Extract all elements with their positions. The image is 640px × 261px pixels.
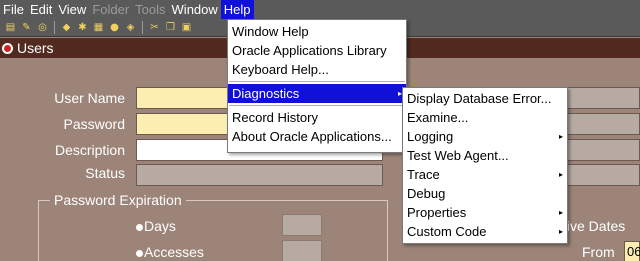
supplier-field — [566, 139, 640, 161]
new-icon[interactable]: ▤ — [4, 21, 17, 34]
copy-icon[interactable]: ❐ — [164, 21, 177, 34]
password-label: Password — [63, 116, 125, 132]
help-keyboard-help-label: Keyboard Help... — [232, 62, 329, 77]
help-record-history-label: Record History — [232, 110, 318, 125]
diag-examine-label: Examine... — [407, 110, 469, 125]
help-keyboard-help[interactable]: Keyboard Help... — [228, 60, 406, 79]
days-label: Days — [144, 218, 176, 234]
days-radio[interactable] — [136, 224, 143, 231]
menu-file[interactable]: File — [0, 0, 27, 19]
menu-help[interactable]: Help — [220, 0, 254, 19]
accesses-field[interactable] — [282, 240, 322, 261]
submenu-arrow-icon: ▸ — [558, 170, 563, 179]
submenu-arrow-icon: ▸ — [558, 227, 563, 236]
toolbar-separator — [142, 21, 143, 34]
password-field[interactable] — [136, 113, 228, 135]
close-icon[interactable]: ● — [108, 21, 121, 34]
diag-trace-label: Trace — [407, 167, 440, 182]
help-oracle-library-label: Oracle Applications Library — [232, 43, 387, 58]
diag-logging[interactable]: Logging ▸ — [403, 127, 567, 146]
toolbar-separator — [54, 21, 55, 34]
email-field — [566, 164, 640, 186]
user-name-label: User Name — [54, 90, 125, 106]
menu-separator — [229, 105, 405, 106]
diag-examine[interactable]: Examine... — [403, 108, 567, 127]
help-oracle-library[interactable]: Oracle Applications Library — [228, 41, 406, 60]
from-label: From — [582, 244, 615, 260]
oracle-window-icon[interactable] — [2, 42, 13, 54]
diag-properties[interactable]: Properties ▸ — [403, 203, 567, 222]
help-about[interactable]: About Oracle Applications... — [228, 127, 406, 146]
status-label: Status — [85, 165, 125, 181]
menu-separator — [229, 81, 405, 82]
help-menu: Window Help Oracle Applications Library … — [227, 19, 407, 153]
save-icon[interactable]: ◆ — [60, 21, 73, 34]
help-window-help-label: Window Help — [232, 24, 309, 39]
navigate-icon[interactable]: ◎ — [36, 21, 49, 34]
diag-custom-code[interactable]: Custom Code ▸ — [403, 222, 567, 241]
person-field — [566, 87, 640, 109]
diag-display-db-error[interactable]: Display Database Error... — [403, 89, 567, 108]
menu-window[interactable]: Window — [169, 0, 221, 19]
diag-trace[interactable]: Trace ▸ — [403, 165, 567, 184]
diag-debug-label: Debug — [407, 186, 446, 201]
customer-field — [566, 113, 640, 135]
effective-dates-label: tive Dates — [563, 218, 626, 234]
user-name-field[interactable] — [136, 87, 228, 109]
diagnostics-submenu: Display Database Error... Examine... Log… — [402, 87, 568, 244]
description-label: Description — [54, 142, 125, 158]
diag-debug[interactable]: Debug — [403, 184, 567, 203]
menu-view[interactable]: View — [55, 0, 89, 19]
cut-icon[interactable]: ✂ — [148, 21, 161, 34]
days-field[interactable] — [282, 214, 322, 236]
accesses-label: Accesses — [144, 244, 204, 260]
close-form-icon[interactable]: ◈ — [124, 21, 137, 34]
diag-display-db-error-label: Display Database Error... — [407, 91, 552, 106]
diag-logging-label: Logging — [407, 129, 454, 144]
menu-folder: Folder — [92, 2, 130, 17]
help-record-history[interactable]: Record History — [228, 108, 406, 127]
window-title: Users — [17, 40, 54, 56]
help-about-label: About Oracle Applications... — [232, 129, 392, 144]
submenu-arrow-icon: ▸ — [558, 132, 563, 141]
help-window-help[interactable]: Window Help — [228, 22, 406, 41]
accesses-radio[interactable] — [136, 250, 143, 257]
help-diagnostics[interactable]: Diagnostics ▸ — [228, 84, 406, 103]
menu-bar: File Edit View Folder Tools Window Help — [0, 0, 640, 19]
find-icon[interactable]: ✎ — [20, 21, 33, 34]
diag-test-web-agent-label: Test Web Agent... — [407, 148, 509, 163]
from-date-field[interactable]: 06 — [624, 241, 640, 261]
diag-test-web-agent[interactable]: Test Web Agent... — [403, 146, 567, 165]
save-proceed-icon[interactable]: ✱ — [76, 21, 89, 34]
password-expiration-title: Password Expiration — [50, 192, 186, 208]
password-expiration-group — [38, 200, 388, 261]
submenu-arrow-icon: ▸ — [558, 208, 563, 217]
menu-tools: Tools — [135, 2, 166, 17]
help-diagnostics-label: Diagnostics — [232, 86, 300, 101]
status-field — [136, 164, 383, 186]
diag-properties-label: Properties — [407, 205, 467, 220]
print-icon[interactable]: ▦ — [92, 21, 105, 34]
menu-edit[interactable]: Edit — [27, 0, 55, 19]
paste-icon[interactable]: ▣ — [180, 21, 193, 34]
diag-custom-code-label: Custom Code — [407, 224, 487, 239]
